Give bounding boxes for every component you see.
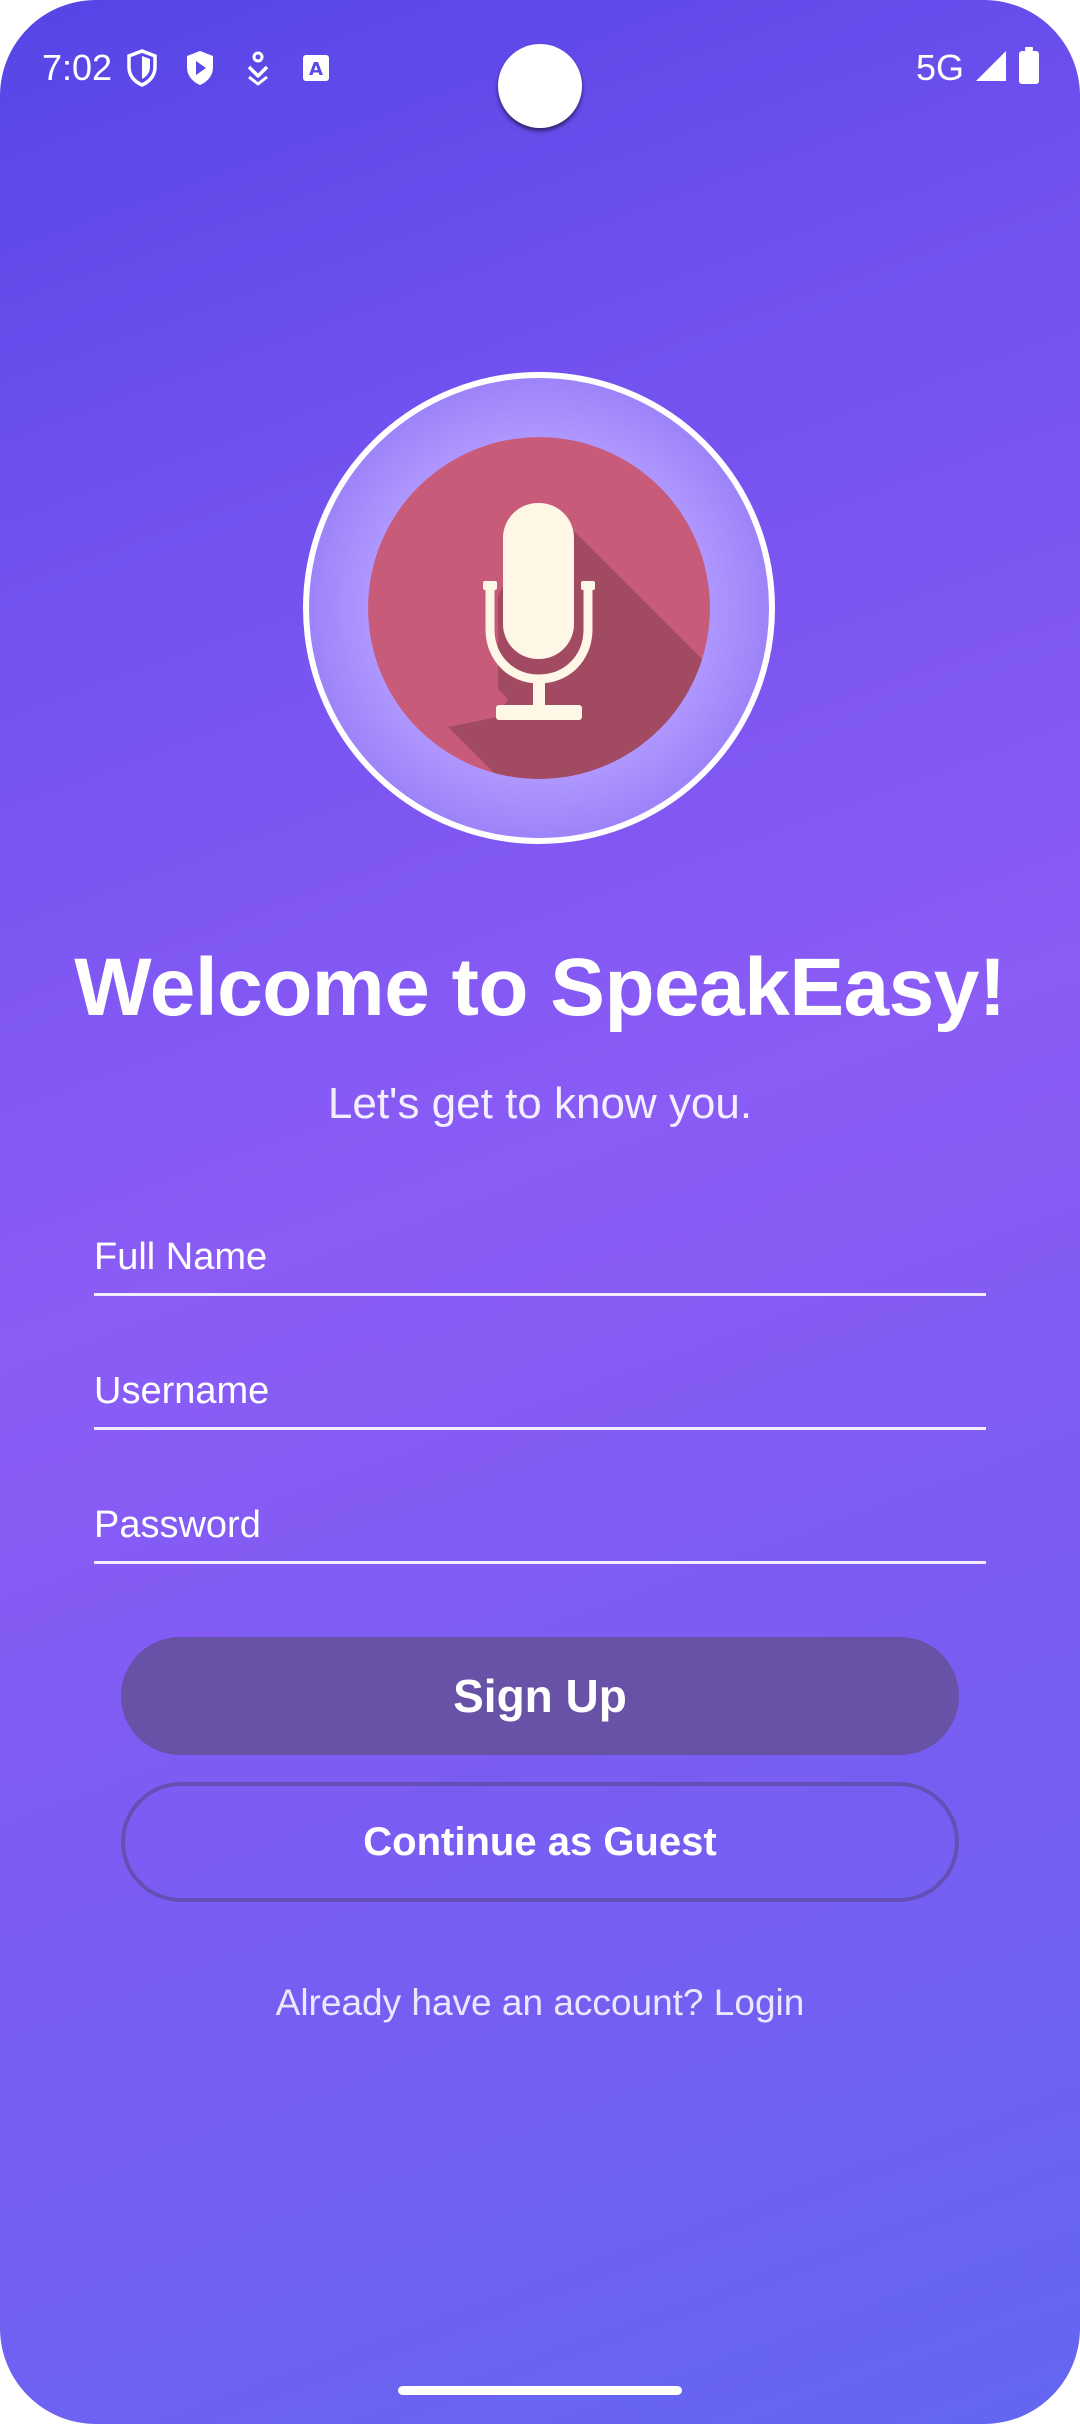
- home-indicator[interactable]: [398, 2386, 682, 2395]
- status-icons-right: 5G: [916, 46, 1040, 90]
- signal-icon: [974, 49, 1008, 88]
- phone-screen: 7:02 A 5G Welcome to SpeakEasy! Let's ge…: [0, 0, 1080, 2424]
- username-input[interactable]: [94, 1361, 986, 1421]
- guest-button-label: Continue as Guest: [363, 1819, 717, 1864]
- network-label: 5G: [915, 47, 964, 88]
- camera-cutout: [498, 44, 582, 128]
- app-logo: [303, 372, 775, 844]
- signup-button[interactable]: Sign Up: [121, 1637, 959, 1755]
- microphone-icon: [368, 437, 710, 779]
- login-link[interactable]: Already have an account? Login: [0, 1978, 1080, 2028]
- signup-button-label: Sign Up: [453, 1670, 627, 1722]
- play-shield-icon: [182, 48, 218, 88]
- svg-text:A: A: [309, 59, 323, 80]
- password-input[interactable]: [94, 1495, 986, 1555]
- password-field[interactable]: [94, 1484, 986, 1564]
- shield-icon: [124, 48, 160, 88]
- logo-disc: [368, 437, 710, 779]
- translate-icon: A: [298, 48, 334, 88]
- status-bar: 7:02 A 5G: [0, 0, 1080, 140]
- welcome-subtitle: Let's get to know you.: [327, 1079, 753, 1128]
- continue-as-guest-button[interactable]: Continue as Guest: [121, 1782, 959, 1902]
- status-time: 7:02: [42, 47, 113, 88]
- welcome-title: Welcome to SpeakEasy!: [74, 942, 1006, 1033]
- full-name-field[interactable]: [94, 1216, 986, 1296]
- username-field[interactable]: [94, 1350, 986, 1430]
- battery-icon: [1018, 46, 1040, 90]
- full-name-input[interactable]: [94, 1227, 986, 1287]
- status-icons-left: A: [124, 48, 334, 88]
- location-person-icon: [240, 48, 276, 88]
